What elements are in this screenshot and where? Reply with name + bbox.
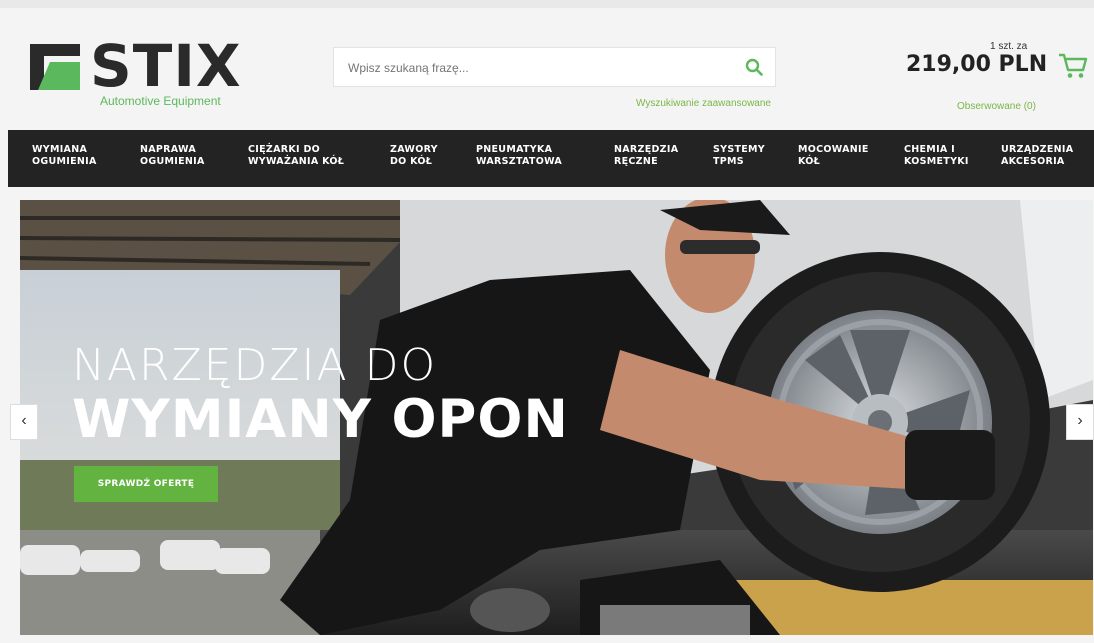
search-icon[interactable]: [745, 58, 763, 76]
chevron-left-icon: ‹: [21, 412, 27, 429]
chevron-right-icon: ›: [1077, 412, 1083, 429]
nav-item-zawory[interactable]: ZAWORY DO KÓŁ: [390, 144, 438, 168]
logo-mark-icon: [30, 44, 80, 90]
main-nav: WYMIANA OGUMIENIA NAPRAWA OGUMIENIA CIĘŻ…: [8, 130, 1094, 187]
cart-icon[interactable]: [1058, 52, 1088, 80]
search-box: [333, 47, 776, 88]
watched-link[interactable]: Obserwowane (0): [957, 101, 1036, 112]
site-header: STIX Automotive Equipment Wyszukiwanie z…: [0, 8, 1094, 130]
hero-headline-light: NARZĘDZIA DO: [72, 340, 438, 391]
hero-headline-bold: WYMIANY OPON: [72, 389, 569, 450]
check-offer-button[interactable]: SPRAWDŹ OFERTĘ: [74, 466, 218, 502]
slider-prev-button[interactable]: ‹: [10, 404, 38, 440]
advanced-search-link[interactable]: Wyszukiwanie zaawansowane: [636, 98, 771, 109]
nav-item-mocowanie-kol[interactable]: MOCOWANIE KÓŁ: [798, 144, 869, 168]
logo-wordmark: STIX: [90, 32, 242, 100]
slider-next-button[interactable]: ›: [1066, 404, 1094, 440]
stix-logo[interactable]: STIX Automotive Equipment: [30, 34, 270, 118]
hero-banner: NARZĘDZIA DO WYMIANY OPON SPRAWDŹ OFERTĘ: [20, 200, 1093, 635]
nav-item-ciezarki[interactable]: CIĘŻARKI DO WYWAŻANIA KÓŁ: [248, 144, 344, 168]
nav-item-pneumatyka[interactable]: PNEUMATYKA WARSZTATOWA: [476, 144, 562, 168]
nav-item-naprawa-ogumienia[interactable]: NAPRAWA OGUMIENIA: [140, 144, 205, 168]
logo-tagline: Automotive Equipment: [100, 94, 221, 108]
top-strip: [0, 0, 1094, 8]
nav-item-systemy-tpms[interactable]: SYSTEMY TPMS: [713, 144, 765, 168]
nav-item-wymiana-ogumienia[interactable]: WYMIANA OGUMIENIA: [32, 144, 97, 168]
nav-item-narzedzia-reczne[interactable]: NARZĘDZIA RĘCZNE: [614, 144, 678, 168]
search-input[interactable]: [346, 48, 730, 88]
nav-item-urzadzenia[interactable]: URZĄDZENIA AKCESORIA: [1001, 144, 1073, 168]
cart-qty-label: 1 szt. za: [990, 41, 1028, 52]
nav-item-chemia[interactable]: CHEMIA I KOSMETYKI: [904, 144, 969, 168]
cart-total[interactable]: 219,00 PLN: [906, 52, 1047, 77]
